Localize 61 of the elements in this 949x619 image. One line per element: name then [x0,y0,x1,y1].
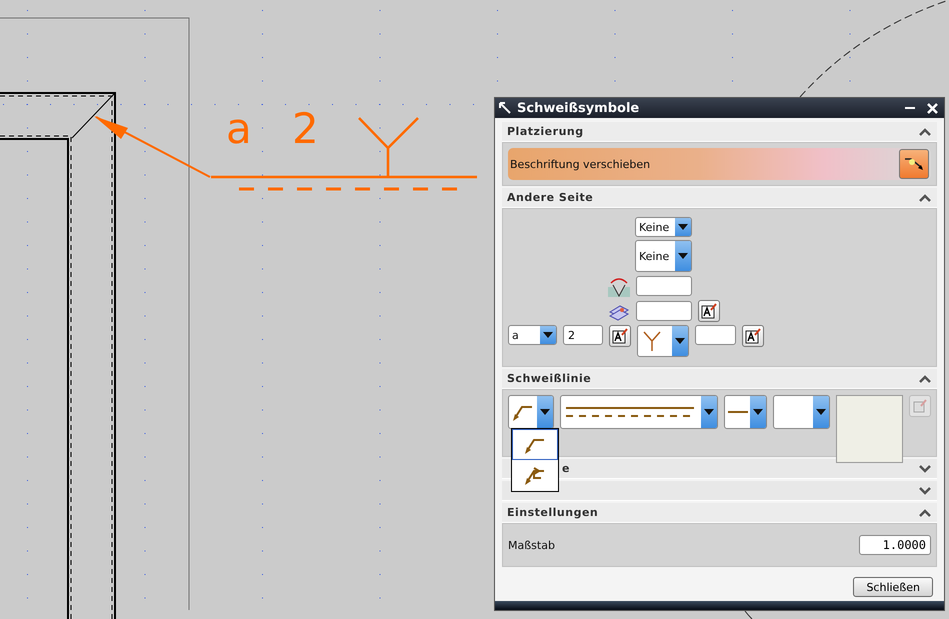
text-edit-button[interactable] [698,300,720,322]
double-line-icon [564,405,696,419]
section-header[interactable]: Schweißlinie [502,369,937,389]
caret-icon [678,253,688,259]
leader-style-dropdown[interactable] [508,395,554,429]
y-groove-icon [641,329,663,353]
text-edit-icon [745,328,761,344]
menu-option[interactable] [512,429,558,460]
caret-icon [704,409,714,415]
minimize-icon [905,107,915,109]
section-title: Schweißlinie [506,372,592,385]
collapse-icon[interactable] [919,374,931,382]
dropdown[interactable]: a [508,325,557,345]
scale-field[interactable]: 1.0000 [859,535,931,555]
dropdown[interactable]: Keine [635,217,692,237]
caret-icon [543,332,553,338]
edit-icon [913,399,928,413]
arc-line [744,610,752,619]
collapse-icon[interactable] [919,128,931,136]
expand-icon[interactable] [919,464,931,472]
collapse-icon[interactable] [919,194,931,202]
section-title: Einstellungen [506,506,598,519]
line-style-dropdown[interactable] [560,395,718,429]
dropdown[interactable]: Keine [635,240,692,272]
close-dialog-button[interactable]: Schließen [853,577,933,597]
size-field[interactable]: 2 [563,325,603,345]
text-edit-button[interactable] [742,325,764,347]
pin-icon[interactable] [499,102,511,114]
section-header[interactable]: Platzierung [502,122,937,142]
move-annotation-button[interactable] [899,149,929,179]
caret-icon [753,409,764,415]
text-edit-icon [701,303,717,319]
close-icon [926,102,938,114]
close-button[interactable] [924,100,940,116]
expand-icon[interactable] [919,486,931,494]
caret-icon [675,338,685,344]
section-title: Andere Seite [506,191,594,204]
weld-symbol-drawing: a 2 [94,104,478,190]
text-field[interactable] [695,325,736,345]
preview-swatch [836,395,904,463]
section-header[interactable]: Einstellungen [502,503,937,523]
text-edit-button[interactable] [609,325,631,347]
section-header[interactable]: Andere Seite [502,188,937,208]
section-title: e [561,462,570,475]
count-field[interactable] [636,301,692,321]
text-edit-icon [612,328,628,344]
caret-icon [816,409,826,415]
collapse-icon[interactable] [919,508,931,516]
caret-icon [678,224,688,230]
leader-arrow-icon [524,466,546,486]
section-title: Platzierung [506,125,584,138]
angle-field[interactable] [636,276,692,296]
action-label: Beschriftung verschieben [510,158,650,170]
caret-icon [540,409,550,415]
scale-label: Maßstab [508,538,555,552]
dropdown[interactable] [773,395,830,429]
window-title: Schweißsymbole [517,100,640,116]
weld-symbol-dropdown[interactable] [637,325,689,357]
move-arrow-icon [903,156,925,172]
line-end-dropdown[interactable] [724,395,768,429]
line-icon [728,410,748,414]
